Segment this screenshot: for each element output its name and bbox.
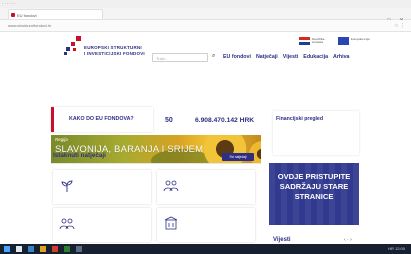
app-icon[interactable]	[76, 246, 82, 252]
news-pager[interactable]: ‹ · ›	[344, 237, 352, 243]
banner-kicker: Regija	[55, 137, 68, 142]
nav-item-edukacija[interactable]: Edukacija	[303, 54, 328, 60]
logo-icon[interactable]	[64, 36, 86, 56]
divider	[51, 163, 261, 164]
browser-tab[interactable]: EU fondovi	[8, 9, 103, 19]
nav-item-eu-fondovi[interactable]: EU fondovi	[223, 54, 251, 60]
old-site-banner-text[interactable]: OVDJE PRISTUPITE SADRŽAJU STARE STRANICE	[269, 172, 359, 202]
search-icon[interactable]: ⌕	[212, 53, 215, 60]
start-icon[interactable]	[4, 246, 10, 252]
building-icon	[164, 216, 178, 230]
people-icon	[163, 180, 179, 192]
browser-menu-icon[interactable]: ☆ ⋮	[394, 23, 405, 29]
tender-count: 50	[165, 117, 173, 124]
how-to-eu-funds-button[interactable]: KAKO DO EU FONDOVA?	[51, 107, 153, 132]
financial-overview-title: Financijski pregled	[276, 116, 323, 122]
folder-icon[interactable]	[40, 246, 46, 252]
nav-item-vijesti[interactable]: Vijesti	[283, 54, 299, 60]
browser-app-icon[interactable]	[52, 246, 58, 252]
logo-line-2: I INVESTICIJSKI FONDOVI	[84, 51, 145, 56]
tenders-title: Istaknuti natječaji	[53, 152, 106, 159]
app-icon[interactable]	[28, 246, 34, 252]
app-icon[interactable]	[64, 246, 70, 252]
address-bar[interactable]: www.strukturnifondovi.hr ☆ ⋮	[0, 20, 411, 32]
croatia-label: Republika Hrvatska	[312, 37, 325, 45]
eu-flag-icon[interactable]	[338, 37, 349, 45]
tender-card[interactable]	[53, 208, 151, 242]
cta-label: KAKO DO EU FONDOVA?	[69, 116, 134, 122]
people-icon	[59, 218, 75, 230]
eu-label: Europska unija	[351, 37, 370, 41]
logo-text[interactable]: EUROPSKI STRUKTURNI I INVESTICIJSKI FOND…	[84, 45, 145, 57]
all-tenders-button[interactable]: Svi natječaji	[222, 153, 254, 161]
window-titlebar: · · · · · ·	[0, 0, 411, 8]
system-tray[interactable]: HR 12:00	[388, 246, 405, 251]
croatia-flag-icon[interactable]	[299, 37, 310, 45]
nav-item-natjecaji[interactable]: Natječaji	[256, 54, 278, 60]
search-taskbar-icon[interactable]	[16, 246, 22, 252]
tab-title: EU fondovi	[17, 13, 37, 18]
tender-card[interactable]	[157, 170, 255, 204]
url-text[interactable]: www.strukturnifondovi.hr	[8, 23, 52, 28]
main-nav: EU fondovi Natječaji Vijesti Edukacija A…	[223, 54, 350, 60]
favicon-icon	[11, 13, 15, 17]
tender-card[interactable]	[53, 170, 151, 204]
window-title: · · · · · ·	[2, 1, 16, 6]
tender-card[interactable]	[157, 208, 255, 242]
news-title: Vijesti	[273, 237, 291, 243]
screen: · · · · · · EU fondovi – □ ✕ www.struktu…	[0, 0, 411, 254]
search-input[interactable]: Traži...	[152, 53, 208, 62]
os-taskbar: HR 12:00	[0, 244, 411, 254]
nav-item-arhiva[interactable]: Arhiva	[333, 54, 350, 60]
tab-strip: EU fondovi – □ ✕	[0, 8, 411, 24]
sprout-icon	[61, 180, 73, 192]
contracted-amount: 6.908.470.142 HRK	[195, 117, 255, 124]
